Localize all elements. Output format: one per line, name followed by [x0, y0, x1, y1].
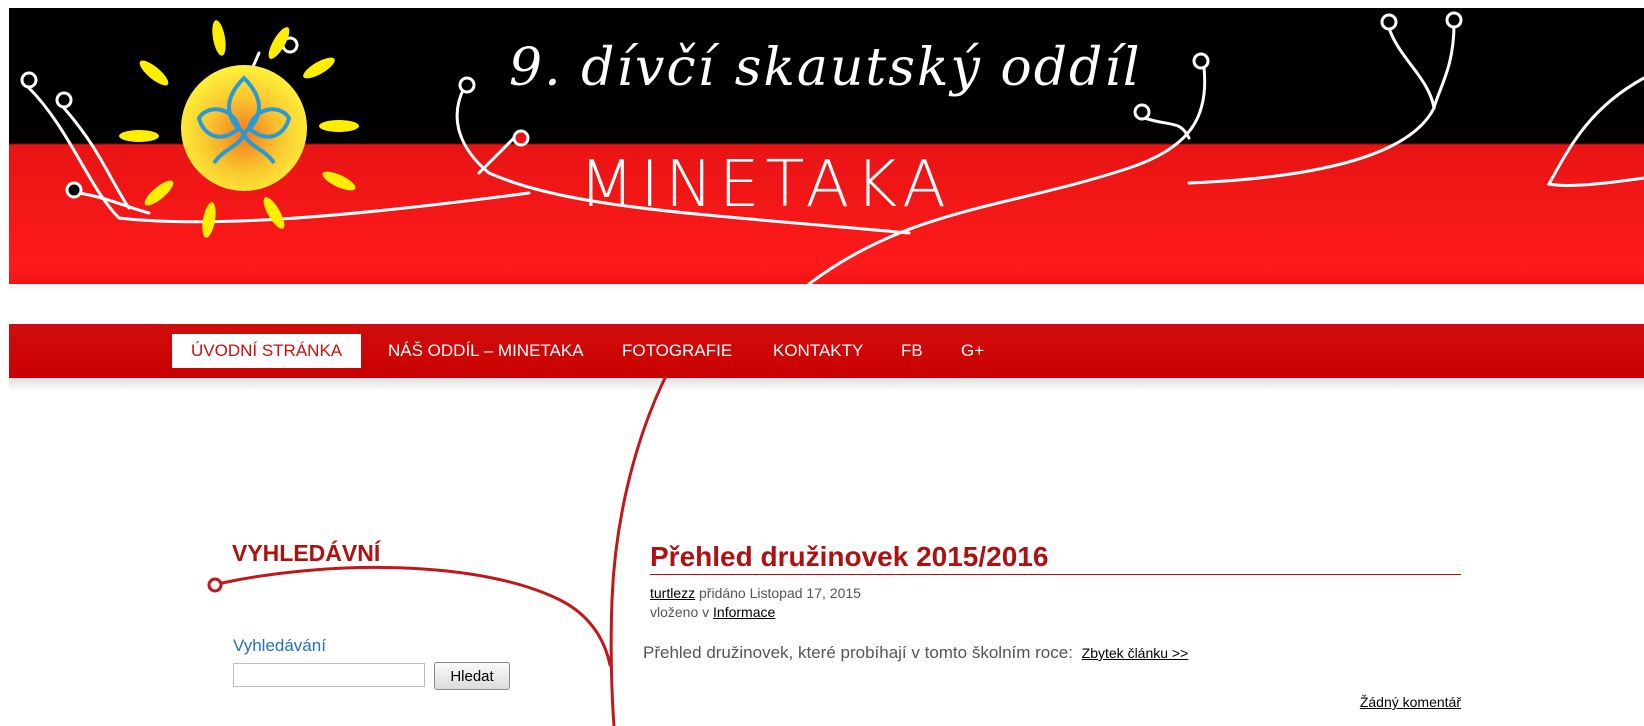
read-more-link[interactable]: Zbytek článku >>	[1082, 645, 1189, 661]
nav-item-home[interactable]: ÚVODNÍ STRÁNKA	[172, 334, 362, 368]
sidebar-widget-title: VYHLEDÁVNÍ	[232, 540, 381, 566]
nav-item-fb[interactable]: FB	[882, 334, 942, 368]
post-date: přidáno Listopad 17, 2015	[695, 585, 861, 601]
post-meta: turtlezz přidáno Listopad 17, 2015 vlože…	[650, 584, 861, 622]
comments-link[interactable]: Žádný komentář	[1360, 694, 1461, 710]
post-category-line: vloženo v Informace	[650, 603, 861, 622]
nav-shadow	[9, 378, 1644, 392]
post-category-link[interactable]: Informace	[713, 604, 775, 620]
post-excerpt-text: Přehled družinovek, které probíhají v to…	[643, 643, 1073, 662]
site-title: 9. dívčí skautský oddíl	[509, 38, 1142, 98]
header-divider	[9, 284, 1644, 292]
main-navigation: ÚVODNÍ STRÁNKA NÁŠ ODDÍL – MINETAKA FOTO…	[9, 324, 1644, 378]
post-title-underline	[650, 574, 1461, 575]
nav-item-contacts[interactable]: KONTAKTY	[754, 334, 882, 368]
post-excerpt: Přehled družinovek, které probíhají v to…	[643, 643, 1188, 663]
search-label: Vyhledávání	[233, 636, 326, 655]
post-title[interactable]: Přehled družinovek 2015/2016	[650, 541, 1048, 573]
search-button[interactable]: Hledat	[434, 662, 510, 690]
site-subtitle: MINETAKA	[579, 148, 952, 222]
site-header: 9. dívčí skautský oddíl MINETAKA	[9, 8, 1644, 284]
post-category-prefix: vloženo v	[650, 604, 714, 620]
nav-item-photos[interactable]: FOTOGRAFIE	[603, 334, 751, 368]
post-author-line: turtlezz přidáno Listopad 17, 2015	[650, 584, 861, 603]
search-input[interactable]	[233, 663, 425, 687]
nav-item-about[interactable]: NÁŠ ODDÍL – MINETAKA	[369, 334, 603, 368]
sun-logo-icon	[181, 65, 307, 191]
post-author-link[interactable]: turtlezz	[650, 585, 695, 601]
nav-item-gplus[interactable]: G+	[942, 334, 1003, 368]
